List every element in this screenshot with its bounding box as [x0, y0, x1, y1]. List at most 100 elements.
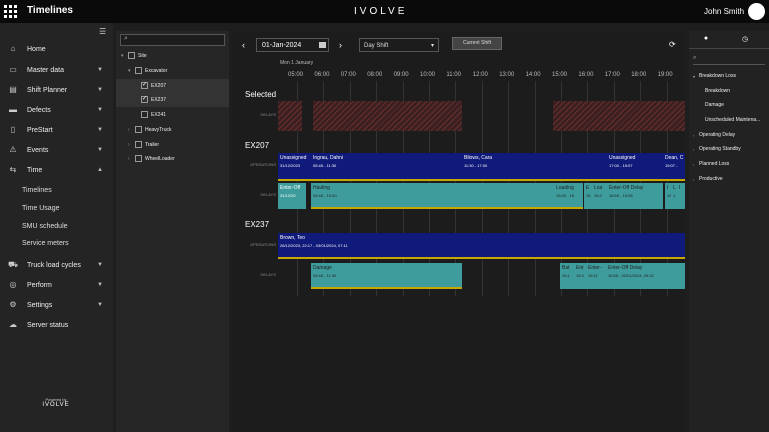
- apps-grid-icon[interactable]: [4, 5, 17, 18]
- checkbox[interactable]: [141, 111, 148, 118]
- operation-block[interactable]: Dean, C 19:07 -: [663, 153, 685, 181]
- chevron-down-icon[interactable]: ▾: [693, 74, 695, 79]
- legend-damage[interactable]: Damage: [705, 102, 724, 108]
- calendar-icon[interactable]: [319, 42, 326, 48]
- nav-item-master-data[interactable]: ▭ Master data ▼: [0, 61, 113, 79]
- truck-icon: ⛟: [8, 260, 19, 269]
- nav-label: Home: [27, 45, 46, 53]
- nav-sub-smu-schedule[interactable]: SMU schedule: [22, 223, 68, 230]
- hour-label: 19:00: [657, 72, 673, 78]
- avatar[interactable]: [748, 3, 765, 20]
- nav-item-perform[interactable]: ◎ Perform ▼: [0, 276, 113, 294]
- tree-node-wheelloader[interactable]: › WheelLoader: [116, 152, 229, 166]
- operation-block[interactable]: Unassigned 17:00 - 19:07: [607, 153, 663, 181]
- event-time: 26/12/2023, 22:17 - 03/01/2024, 07:11: [280, 243, 348, 248]
- prev-day-button[interactable]: ‹: [242, 40, 245, 50]
- chevron-down-icon: ▼: [97, 282, 103, 288]
- operation-block[interactable]: Bilows, Cara 11:30 - 17:00: [462, 153, 607, 181]
- nav-item-time[interactable]: ⇆ Time ▲: [0, 161, 113, 179]
- time-icon: ⇆: [9, 165, 17, 174]
- legend-unscheduled-maintenance[interactable]: Unscheduled Maintena...: [705, 117, 760, 123]
- checkbox-checked[interactable]: ✓: [141, 96, 148, 103]
- event-title: I: [679, 185, 681, 191]
- nav-item-home[interactable]: ⌂ Home: [0, 40, 113, 58]
- chevron-right-icon[interactable]: ›: [128, 142, 130, 148]
- delay-block[interactable]: Enter-Off Delay 16:55 - 02/01/2024, 05:32: [606, 263, 685, 289]
- tree-node-ex241[interactable]: EX241: [116, 108, 229, 122]
- delay-block[interactable]: Enter-Off 31/12/20: [278, 183, 306, 209]
- checkbox[interactable]: [135, 67, 142, 74]
- tree-label: Excavator: [145, 68, 168, 74]
- chevron-down-icon[interactable]: ▾: [121, 53, 124, 59]
- delay-block[interactable]: I: [677, 183, 685, 209]
- checkbox[interactable]: [135, 141, 142, 148]
- nav-item-defects[interactable]: ▬ Defects ▼: [0, 101, 113, 119]
- refresh-icon[interactable]: ⟳: [669, 40, 676, 49]
- current-shift-button[interactable]: Current Shift: [452, 37, 502, 50]
- event-title: Enter-Off: [280, 185, 301, 191]
- operation-block[interactable]: Ingrau, Dahni 05:45 - 11:30: [311, 153, 462, 181]
- hour-label: 16:00: [578, 72, 594, 78]
- nav-item-shift-planner[interactable]: ▤ Shift Planner ▼: [0, 81, 113, 99]
- nav-sub-time-usage[interactable]: Time Usage: [22, 205, 59, 212]
- tree-node-ex207[interactable]: ✓ EX207: [116, 79, 229, 93]
- next-day-button[interactable]: ›: [339, 40, 342, 50]
- chevron-right-icon[interactable]: ›: [693, 162, 694, 167]
- chevron-right-icon[interactable]: ›: [128, 156, 130, 162]
- delay-block[interactable]: E 16: [584, 183, 592, 209]
- row-label-delays: DELAYS: [260, 272, 277, 277]
- panel-search-input[interactable]: ⌕: [693, 55, 765, 65]
- delay-block[interactable]: Ent 15:4: [574, 263, 586, 289]
- checkbox-checked[interactable]: ✓: [141, 82, 148, 89]
- nav-item-prestart[interactable]: ▯ PreStart ▼: [0, 121, 113, 139]
- chevron-right-icon[interactable]: ›: [693, 147, 694, 152]
- shift-select[interactable]: Day Shift ▾: [359, 38, 439, 52]
- checkbox[interactable]: [135, 155, 142, 162]
- tree-node-trailer[interactable]: › Trailer: [116, 138, 229, 152]
- operation-block[interactable]: Brown, Teo 26/12/2023, 22:17 - 03/01/2024…: [278, 233, 685, 259]
- nav-sub-service-meters[interactable]: Service meters: [22, 240, 69, 247]
- event-title: I: [667, 185, 669, 191]
- operation-block[interactable]: Unassigned 31/12/2023: [278, 153, 311, 181]
- event-time: 05:45 - 11:30: [313, 163, 337, 168]
- checkbox[interactable]: [128, 52, 135, 59]
- legend-operating-standby[interactable]: Operating Standby: [699, 146, 741, 152]
- chevron-right-icon[interactable]: ›: [693, 177, 694, 182]
- tree-node-site[interactable]: ▾ Site: [116, 49, 229, 63]
- checkbox[interactable]: [135, 126, 142, 133]
- legend-productive[interactable]: Productive: [699, 176, 723, 182]
- tree-node-heavytruck[interactable]: › HeavyTruck: [116, 123, 229, 137]
- chevron-down-icon: ▼: [97, 107, 103, 113]
- nav-item-settings[interactable]: ⚙ Settings ▼: [0, 296, 113, 314]
- nav-label: Perform: [27, 281, 52, 289]
- chevron-down-icon[interactable]: ▾: [128, 68, 131, 74]
- legend-breakdown[interactable]: Breakdown: [705, 88, 730, 94]
- chevron-right-icon[interactable]: ›: [693, 133, 694, 138]
- tree-search-input[interactable]: ⌕: [120, 34, 225, 46]
- menu-collapse-icon[interactable]: ☰: [99, 27, 106, 36]
- delay-block[interactable]: Bat 15:1: [560, 263, 574, 289]
- nav-item-events[interactable]: ⚠ Events ▼: [0, 141, 113, 159]
- selected-hatch-1: [278, 101, 302, 131]
- nav-item-server-status[interactable]: ☁ Server status: [0, 316, 113, 334]
- delay-block[interactable]: Enter- 16:11: [586, 263, 606, 289]
- delay-block[interactable]: Loading 15:00 - 16: [554, 183, 583, 209]
- nav-item-truck-load-cycles[interactable]: ⛟ Truck load cycles ▼: [0, 256, 113, 274]
- database-icon: ▭: [9, 65, 17, 74]
- nav-sub-timelines[interactable]: Timelines: [22, 187, 52, 194]
- person-icon[interactable]: ●: [701, 35, 711, 45]
- delay-block[interactable]: Enter-Off Delay 16:59 - 19:08: [607, 183, 663, 209]
- chevron-down-icon: ▼: [97, 127, 103, 133]
- legend-planned-loss[interactable]: Planned Loss: [699, 161, 729, 167]
- delay-block[interactable]: Loa 16:2: [592, 183, 607, 209]
- legend-breakdown-loss[interactable]: Breakdown Loss: [699, 73, 736, 79]
- event-time: 05:45 - 15:00: [313, 193, 337, 198]
- legend-operating-delay[interactable]: Operating Delay: [699, 132, 735, 138]
- delay-block[interactable]: Damage 05:45 - 11:30: [311, 263, 462, 289]
- chevron-right-icon[interactable]: ›: [128, 127, 130, 133]
- user-name[interactable]: John Smith: [704, 7, 744, 16]
- tree-node-ex237[interactable]: ✓ EX237: [116, 93, 229, 107]
- delay-block[interactable]: Hauling 05:45 - 15:00: [311, 183, 554, 209]
- tree-node-excavator[interactable]: ▾ Excavator: [116, 64, 229, 78]
- clock-icon[interactable]: ◷: [740, 35, 750, 45]
